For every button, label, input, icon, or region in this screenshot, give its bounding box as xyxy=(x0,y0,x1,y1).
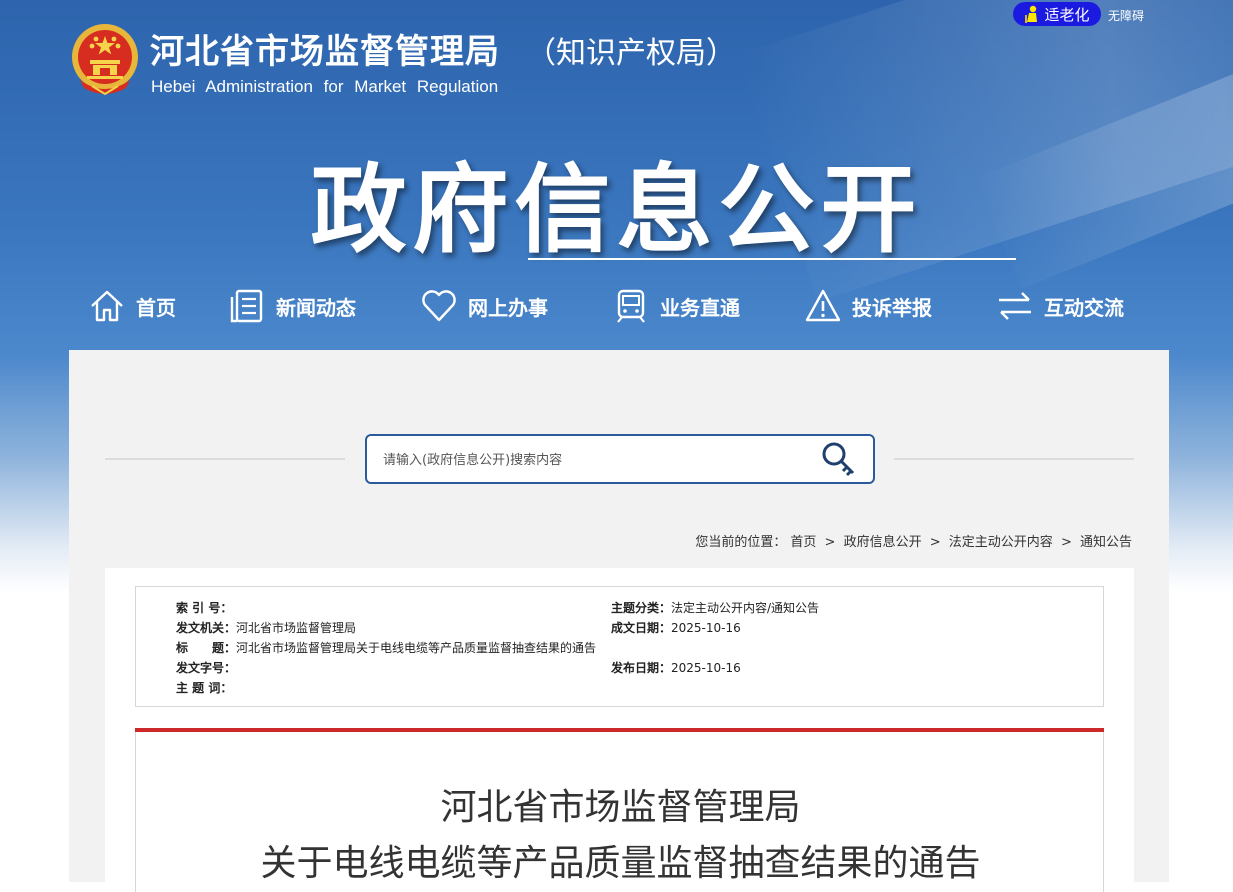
breadcrumb-item[interactable]: 法定主动公开内容 xyxy=(949,535,1053,550)
meta-label: 主 题 词： xyxy=(176,681,233,695)
meta-value: 法定主动公开内容/通知公告 xyxy=(671,601,820,615)
article-title-line2: 关于电线电缆等产品质量监督抽查结果的通告 xyxy=(260,843,981,884)
elderly-person-icon xyxy=(1025,5,1038,23)
news-document-icon xyxy=(230,289,263,323)
home-icon xyxy=(91,290,123,322)
meta-doc-no: 发文字号： xyxy=(176,659,236,676)
breadcrumb-prefix: 您当前的位置： xyxy=(695,535,787,550)
breadcrumb-item[interactable]: 首页 xyxy=(790,535,816,550)
meta-label: 主题分类： xyxy=(611,601,672,615)
section-title: 政府信息公开 xyxy=(310,154,923,266)
warning-icon xyxy=(805,289,841,322)
search-input[interactable] xyxy=(381,436,805,484)
exchange-arrows-icon xyxy=(999,292,1031,320)
meta-label: 成文日期： xyxy=(611,621,672,635)
content-card: 索 引 号： 主题分类：法定主动公开内容/通知公告 发文机关：河北省市场监督管理… xyxy=(105,568,1134,892)
nav-item-label: 新闻动态 xyxy=(276,295,356,320)
search-divider-right xyxy=(894,458,1134,460)
nav-item-interaction[interactable]: 互动交流 xyxy=(996,284,1124,328)
meta-label: 索 引 号： xyxy=(176,601,233,615)
nav-item-home[interactable]: 首页 xyxy=(88,284,176,328)
meta-value: 2025-10-16 xyxy=(671,621,741,635)
title-underline xyxy=(528,258,1016,260)
meta-label: 发布日期： xyxy=(611,661,672,675)
elder-mode-label: 适老化 xyxy=(1044,5,1090,24)
meta-index-no: 索 引 号： xyxy=(176,599,232,616)
nav-item-label: 投诉举报 xyxy=(852,295,932,320)
train-icon xyxy=(617,289,645,323)
meta-value: 2025-10-16 xyxy=(671,661,741,675)
breadcrumb-item[interactable]: 政府信息公开 xyxy=(844,535,922,550)
document-meta-table: 索 引 号： 主题分类：法定主动公开内容/通知公告 发文机关：河北省市场监督管理… xyxy=(135,586,1104,707)
meta-label: 发文机关： xyxy=(176,621,237,635)
breadcrumb: 您当前的位置： 首页 > 政府信息公开 > 法定主动公开内容 > 通知公告 xyxy=(693,531,1134,550)
article-title-line1: 河北省市场监督管理局 xyxy=(440,787,801,828)
site-english-name: Hebei Administration for Market Regulati… xyxy=(151,77,499,96)
search-box xyxy=(365,434,875,484)
breadcrumb-item[interactable]: 通知公告 xyxy=(1080,535,1132,550)
meta-title: 标 题：河北省市场监督管理局关于电线电缆等产品质量监督抽查结果的通告 xyxy=(176,639,596,656)
nav-item-news[interactable]: 新闻动态 xyxy=(228,284,356,328)
meta-label: 标 题： xyxy=(176,641,237,655)
meta-keywords: 主 题 词： xyxy=(176,679,232,696)
heart-icon xyxy=(422,290,456,322)
search-divider-left xyxy=(105,458,345,460)
site-title: 河北省市场监督管理局 xyxy=(150,32,500,72)
nav-item-label: 业务直通 xyxy=(660,295,740,320)
nav-item-online-services[interactable]: 网上办事 xyxy=(420,284,548,328)
article-body: 河北省市场监督管理局 关于电线电缆等产品质量监督抽查结果的通告 xyxy=(135,732,1104,892)
meta-label: 发文字号： xyxy=(176,661,237,675)
meta-value: 河北省市场监督管理局 xyxy=(236,621,357,635)
nav-item-complaints[interactable]: 投诉举报 xyxy=(804,284,932,328)
breadcrumb-separator: > xyxy=(824,535,836,550)
main-nav: 首页 新闻动态 网上办事 业务直通 投诉举报 互动交流 xyxy=(0,284,1233,328)
breadcrumb-separator: > xyxy=(1060,535,1072,550)
national-emblem-icon xyxy=(72,24,138,96)
elder-mode-button[interactable]: 适老化 xyxy=(1013,2,1101,26)
breadcrumb-separator: > xyxy=(929,535,941,550)
meta-created-date: 成文日期：2025-10-16 xyxy=(611,619,741,636)
meta-topic: 主题分类：法定主动公开内容/通知公告 xyxy=(611,599,819,616)
meta-issuer: 发文机关：河北省市场监督管理局 xyxy=(176,619,356,636)
site-subtitle: （知识产权局） xyxy=(526,36,736,71)
nav-item-business[interactable]: 业务直通 xyxy=(612,284,740,328)
accessibility-link[interactable]: 无障碍 xyxy=(1108,7,1144,24)
nav-item-label: 网上办事 xyxy=(468,295,548,320)
nav-item-label: 互动交流 xyxy=(1044,295,1124,320)
search-key-icon[interactable] xyxy=(819,440,859,480)
nav-item-label: 首页 xyxy=(136,295,176,320)
meta-published-date: 发布日期：2025-10-16 xyxy=(611,659,741,676)
meta-value: 河北省市场监督管理局关于电线电缆等产品质量监督抽查结果的通告 xyxy=(236,641,597,655)
main-panel: 您当前的位置：首页 > 政府信息公开 > 法定主动公开内容 > 通知公告 索 引… xyxy=(69,350,1169,892)
